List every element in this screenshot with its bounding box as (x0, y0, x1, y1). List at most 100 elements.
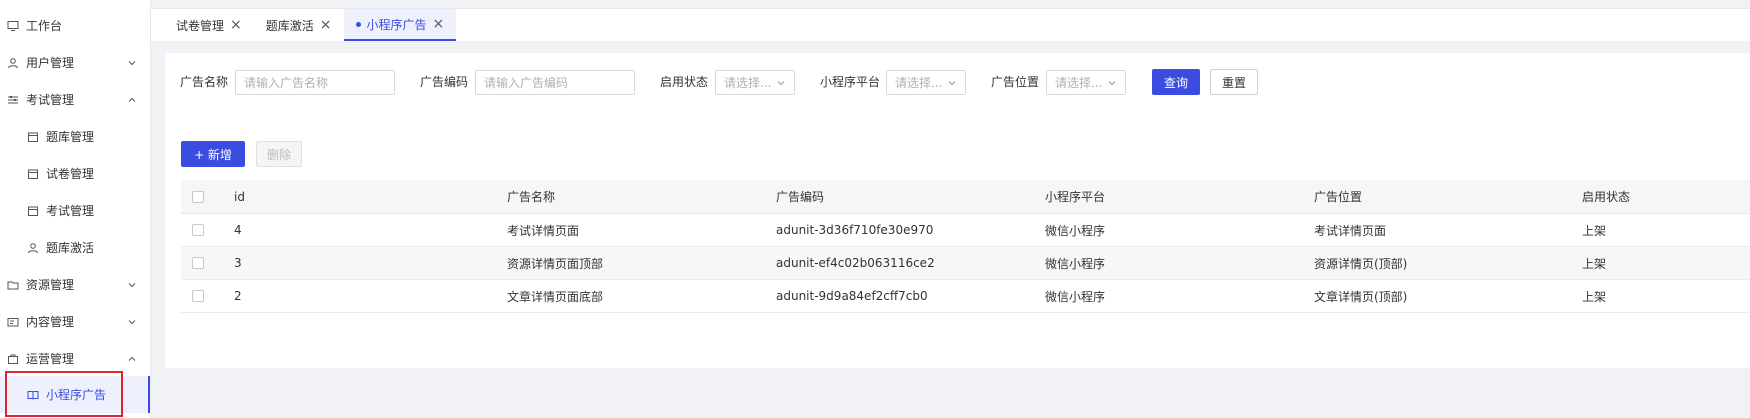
column-header-position: 广告位置 (1314, 190, 1363, 204)
position-select-value: 请选择... (1055, 76, 1103, 90)
table-header: id 广告名称 广告编码 小程序平台 广告位置 启用状态 (181, 180, 1750, 214)
card-icon (6, 315, 20, 329)
sidebar-item-label: 工作台 (26, 19, 63, 33)
sidebar-item-exams[interactable]: 考试管理 (0, 192, 150, 229)
cell-status: 上架 (1582, 289, 1607, 304)
table-row[interactable]: 4 考试详情页面 adunit-3d36f710fe30e970 微信小程序 考… (181, 214, 1750, 247)
sidebar-item-activation[interactable]: 题库激活 (0, 229, 150, 266)
user-icon (26, 241, 40, 255)
chevron-down-icon (777, 80, 785, 85)
column-header-ad-code: 广告编码 (776, 190, 825, 204)
folder-icon (6, 278, 20, 292)
calendar-icon (26, 204, 40, 218)
sidebar-item-dashboard[interactable]: 工作台 (0, 7, 150, 44)
sliders-icon (6, 93, 20, 107)
platform-label: 小程序平台 (820, 75, 881, 89)
sidebar-item-label: 题库管理 (46, 130, 95, 144)
book-icon (26, 388, 40, 402)
chevron-down-icon (126, 57, 138, 69)
cell-status: 上架 (1582, 223, 1607, 238)
cell-ad-code: adunit-ef4c02b063116ce2 (776, 256, 935, 270)
reset-button[interactable]: 重置 (1210, 69, 1258, 95)
sidebar-item-label: 考试管理 (46, 204, 95, 218)
tab-activation[interactable]: 题库激活 × (254, 9, 344, 41)
sidebar-item-label: 考试管理 (26, 93, 75, 107)
sidebar-item-resources[interactable]: 资源管理 (0, 266, 150, 303)
cell-position: 资源详情页(顶部) (1314, 256, 1408, 271)
sidebar-item-exam[interactable]: 考试管理 (0, 81, 150, 118)
cell-position: 文章详情页(顶部) (1314, 289, 1408, 304)
ad-name-input[interactable] (235, 70, 395, 95)
sidebar-item-operations[interactable]: 运营管理 (0, 340, 150, 377)
status-select[interactable]: 请选择... (715, 70, 795, 95)
chevron-up-icon (126, 94, 138, 106)
add-button[interactable]: + 新增 (181, 141, 245, 167)
chevron-down-icon (1108, 80, 1116, 85)
position-label: 广告位置 (991, 75, 1040, 89)
row-checkbox[interactable] (192, 224, 204, 236)
sidebar: 工作台 用户管理 考试管理 题库管理 试卷管理 考试管理 题库激活 资源管理 内… (0, 0, 151, 418)
status-label: 启用状态 (660, 75, 709, 89)
status-select-value: 请选择... (724, 76, 772, 90)
column-header-status: 启用状态 (1582, 190, 1631, 204)
table-row[interactable]: 3 资源详情页面顶部 adunit-ef4c02b063116ce2 微信小程序… (181, 247, 1750, 280)
cell-status: 上架 (1582, 256, 1607, 271)
query-button[interactable]: 查询 (1152, 69, 1200, 95)
platform-select-value: 请选择... (895, 76, 943, 90)
delete-button[interactable]: 删除 (256, 141, 302, 167)
cell-platform: 微信小程序 (1045, 289, 1106, 304)
row-checkbox[interactable] (192, 257, 204, 269)
cell-position: 考试详情页面 (1314, 223, 1387, 238)
sidebar-item-users[interactable]: 用户管理 (0, 44, 150, 81)
cell-ad-name: 资源详情页面顶部 (507, 256, 604, 271)
dot-icon (355, 21, 361, 27)
tab-label: 题库激活 (265, 18, 314, 33)
tab-bar: 试卷管理 × 题库激活 × 小程序广告 × (151, 9, 1750, 41)
ad-code-input[interactable] (475, 70, 635, 95)
column-header-platform: 小程序平台 (1045, 190, 1106, 204)
row-checkbox[interactable] (192, 290, 204, 302)
table-row[interactable]: 2 文章详情页面底部 adunit-9d9a84ef2cff7cb0 微信小程序… (181, 280, 1750, 313)
cell-id: 4 (234, 223, 242, 237)
tab-label: 小程序广告 (366, 17, 427, 32)
cell-platform: 微信小程序 (1045, 256, 1106, 271)
sidebar-item-label: 内容管理 (26, 315, 75, 329)
calendar-icon (26, 130, 40, 144)
cell-ad-name: 文章详情页面底部 (507, 289, 604, 304)
column-header-id: id (234, 189, 245, 204)
sidebar-item-content[interactable]: 内容管理 (0, 303, 150, 340)
sidebar-item-miniprogram-ads[interactable]: 小程序广告 (0, 376, 150, 413)
chevron-up-icon (126, 353, 138, 365)
cell-ad-code: adunit-3d36f710fe30e970 (776, 223, 934, 237)
sidebar-item-label: 小程序广告 (46, 388, 107, 402)
tab-label: 试卷管理 (176, 18, 225, 33)
cell-ad-code: adunit-9d9a84ef2cff7cb0 (776, 289, 928, 303)
close-icon[interactable]: × (230, 17, 242, 33)
cell-id: 3 (234, 256, 242, 270)
sidebar-item-papers[interactable]: 试卷管理 (0, 155, 150, 192)
sidebar-item-label: 试卷管理 (46, 167, 95, 181)
close-icon[interactable]: × (320, 17, 332, 33)
chevron-down-icon (126, 316, 138, 328)
calendar-icon (26, 167, 40, 181)
column-header-ad-name: 广告名称 (507, 190, 556, 204)
close-icon[interactable]: × (433, 16, 445, 32)
sidebar-item-question-bank[interactable]: 题库管理 (0, 118, 150, 155)
sidebar-item-label: 题库激活 (46, 241, 95, 255)
chevron-down-icon (126, 279, 138, 291)
chevron-down-icon (948, 80, 956, 85)
sidebar-item-label: 用户管理 (26, 56, 75, 70)
cell-id: 2 (234, 289, 242, 303)
select-all-checkbox[interactable] (192, 190, 204, 203)
platform-select[interactable]: 请选择... (886, 70, 966, 95)
sidebar-item-label: 资源管理 (26, 278, 75, 292)
ad-code-label: 广告编码 (420, 75, 469, 89)
position-select[interactable]: 请选择... (1046, 70, 1126, 95)
cell-platform: 微信小程序 (1045, 223, 1106, 238)
sidebar-item-label: 运营管理 (26, 352, 75, 366)
user-icon (6, 56, 20, 70)
cell-ad-name: 考试详情页面 (507, 223, 580, 238)
ad-name-label: 广告名称 (180, 75, 229, 89)
bag-icon (6, 352, 20, 366)
monitor-icon (6, 19, 20, 33)
